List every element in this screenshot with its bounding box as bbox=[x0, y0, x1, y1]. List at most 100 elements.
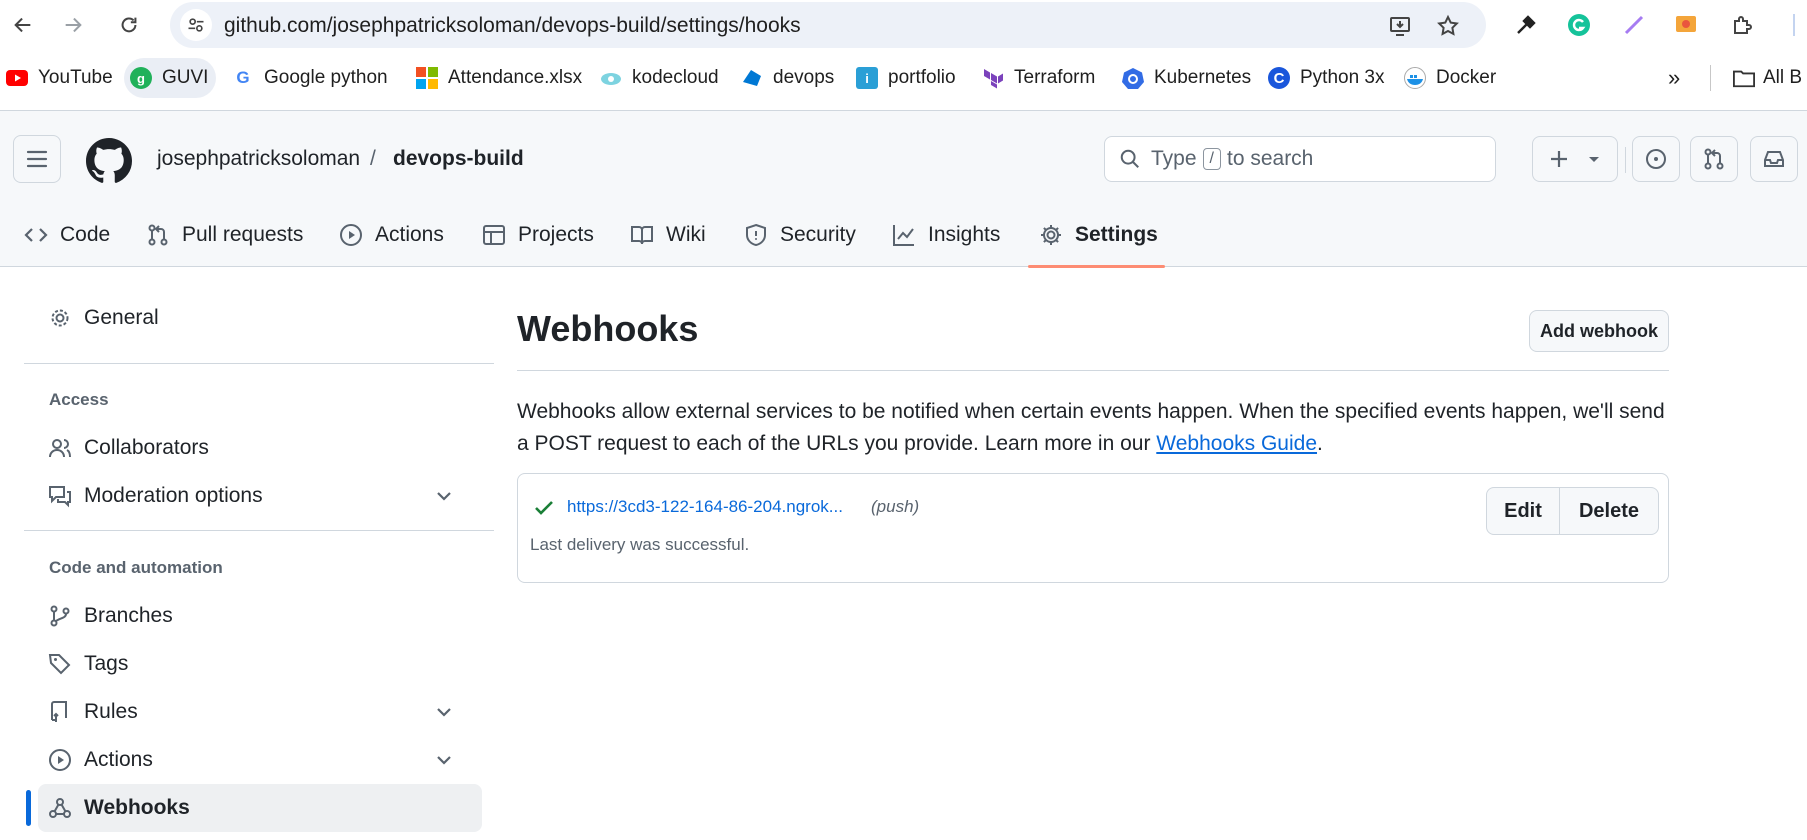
forward-icon[interactable] bbox=[58, 10, 88, 40]
extensions-puzzle-icon[interactable] bbox=[1728, 11, 1756, 39]
sidebar-item-moderation[interactable]: Moderation options bbox=[48, 474, 494, 518]
all-bookmarks[interactable]: All B bbox=[1710, 58, 1802, 98]
bookmark-kodecloud[interactable]: kodecloud bbox=[600, 58, 719, 98]
inbox-button[interactable] bbox=[1750, 136, 1798, 182]
bookmark-youtube[interactable]: YouTube bbox=[6, 58, 113, 98]
screen-recorder-extension-icon[interactable] bbox=[1672, 11, 1700, 39]
search-placeholder: to search bbox=[1226, 147, 1314, 170]
bookmark-portfolio[interactable]: i portfolio bbox=[856, 58, 956, 98]
sidebar-item-collaborators[interactable]: Collaborators bbox=[48, 426, 209, 470]
youtube-icon bbox=[6, 67, 28, 89]
issue-opened-icon bbox=[1646, 149, 1666, 169]
comment-discussion-icon bbox=[49, 486, 71, 508]
git-pull-request-icon bbox=[1704, 148, 1724, 170]
toolbar-divider bbox=[1780, 11, 1807, 39]
sidebar-item-tags[interactable]: Tags bbox=[48, 642, 128, 686]
sidebar-item-actions[interactable]: Actions bbox=[48, 738, 494, 782]
menu-button[interactable] bbox=[13, 135, 61, 183]
sidebar-heading-access: Access bbox=[49, 390, 109, 409]
inbox-icon bbox=[1764, 151, 1784, 167]
bookmark-label: devops bbox=[773, 67, 835, 88]
url-text[interactable]: github.com/josephpatricksoloman/devops-b… bbox=[224, 14, 801, 38]
guvi-icon: g bbox=[130, 67, 152, 89]
bookmark-label: Google python bbox=[264, 67, 388, 88]
webhooks-description: Webhooks allow external services to be n… bbox=[517, 396, 1677, 460]
repo-owner-link[interactable]: josephpatricksoloman bbox=[157, 147, 360, 171]
pull-request-icon bbox=[148, 224, 168, 246]
book-icon bbox=[631, 226, 653, 245]
tab-actions[interactable]: Actions bbox=[339, 203, 444, 267]
description-text: Webhooks allow external services to be n… bbox=[517, 400, 1665, 455]
tab-label: Security bbox=[780, 223, 856, 246]
webhook-actions: Edit Delete bbox=[1486, 487, 1659, 535]
issues-button[interactable] bbox=[1632, 136, 1680, 182]
microsoft-icon bbox=[416, 67, 438, 89]
tab-label: Code bbox=[60, 223, 111, 246]
tab-security[interactable]: Security bbox=[744, 203, 856, 267]
bookmark-devops[interactable]: devops bbox=[741, 58, 834, 98]
add-webhook-button[interactable]: Add webhook bbox=[1529, 310, 1669, 352]
tab-insights[interactable]: Insights bbox=[892, 203, 1000, 267]
sidebar-item-label: Webhooks bbox=[84, 796, 190, 819]
sidebar-item-label: Collaborators bbox=[84, 436, 209, 459]
bookmark-label: Terraform bbox=[1014, 67, 1096, 88]
sidebar-divider bbox=[24, 530, 494, 531]
title-divider bbox=[517, 370, 1669, 371]
edit-button[interactable]: Edit bbox=[1487, 488, 1560, 534]
bookmark-label: GUVI bbox=[162, 67, 209, 88]
tab-wiki[interactable]: Wiki bbox=[630, 203, 706, 267]
install-app-icon[interactable] bbox=[1386, 12, 1414, 40]
bookmark-docker[interactable]: Docker bbox=[1404, 58, 1496, 98]
create-new-button[interactable] bbox=[1532, 136, 1618, 182]
repo-name-link[interactable]: devops-build bbox=[393, 147, 524, 171]
site-settings-icon[interactable] bbox=[180, 9, 212, 41]
docker-icon bbox=[1404, 67, 1426, 89]
webhook-url-link[interactable]: https://3cd3-122-164-86-204.ngrok... bbox=[567, 497, 843, 517]
tab-settings[interactable]: Settings bbox=[1039, 203, 1158, 267]
tab-pull-requests[interactable]: Pull requests bbox=[146, 203, 303, 267]
caret-down-icon bbox=[1589, 157, 1599, 162]
search-input[interactable]: Type / to search bbox=[1104, 136, 1496, 182]
header-divider bbox=[1625, 147, 1626, 173]
bookmark-label: YouTube bbox=[38, 67, 113, 88]
tab-code[interactable]: Code bbox=[24, 203, 110, 267]
tab-label: Projects bbox=[518, 223, 594, 246]
bookmark-terraform[interactable]: Terraform bbox=[982, 58, 1095, 98]
pen-extension-icon[interactable] bbox=[1620, 11, 1648, 39]
plus-icon bbox=[1551, 151, 1567, 167]
delete-button[interactable]: Delete bbox=[1560, 488, 1658, 534]
sidebar-item-rules[interactable]: Rules bbox=[48, 690, 494, 734]
google-icon: G bbox=[236, 68, 250, 87]
sidebar-active-indicator bbox=[26, 790, 31, 826]
github-logo-icon[interactable] bbox=[86, 138, 132, 184]
address-bar[interactable]: github.com/josephpatricksoloman/devops-b… bbox=[170, 2, 1486, 48]
sidebar-item-label: Branches bbox=[84, 604, 173, 627]
tab-label: Settings bbox=[1075, 223, 1158, 246]
folder-icon bbox=[1733, 67, 1755, 89]
bookmark-attendance[interactable]: Attendance.xlsx bbox=[416, 58, 582, 98]
bookmark-python[interactable]: C Python 3x bbox=[1268, 58, 1385, 98]
shield-icon bbox=[746, 223, 766, 247]
breadcrumb-separator: / bbox=[370, 147, 376, 170]
webhook-delivery-status: Last delivery was successful. bbox=[530, 535, 750, 554]
description-period: . bbox=[1317, 432, 1323, 455]
bookmark-star-icon[interactable] bbox=[1434, 12, 1462, 40]
sidebar-heading-code: Code and automation bbox=[49, 558, 223, 577]
reload-icon[interactable] bbox=[114, 10, 144, 40]
bookmark-label: Python 3x bbox=[1300, 67, 1385, 88]
bookmark-label: portfolio bbox=[888, 67, 956, 88]
sidebar-item-general[interactable]: General bbox=[48, 296, 159, 340]
webhooks-guide-link[interactable]: Webhooks Guide bbox=[1156, 432, 1317, 455]
grammarly-extension-icon[interactable] bbox=[1565, 11, 1593, 39]
bookmark-google-python[interactable]: G Google python bbox=[232, 58, 388, 98]
kubernetes-icon bbox=[1122, 67, 1144, 89]
bookmark-kubernetes[interactable]: Kubernetes bbox=[1122, 58, 1251, 98]
pull-requests-button[interactable] bbox=[1690, 136, 1738, 182]
back-icon[interactable] bbox=[8, 10, 38, 40]
bookmark-guvi[interactable]: g GUVI bbox=[124, 58, 217, 98]
eyedropper-extension-icon[interactable] bbox=[1512, 11, 1540, 39]
sidebar-item-branches[interactable]: Branches bbox=[48, 594, 173, 638]
more-bookmarks-chevron-icon[interactable]: » bbox=[1668, 58, 1680, 98]
tab-projects[interactable]: Projects bbox=[482, 203, 594, 267]
sidebar-item-webhooks[interactable]: Webhooks bbox=[48, 786, 190, 830]
